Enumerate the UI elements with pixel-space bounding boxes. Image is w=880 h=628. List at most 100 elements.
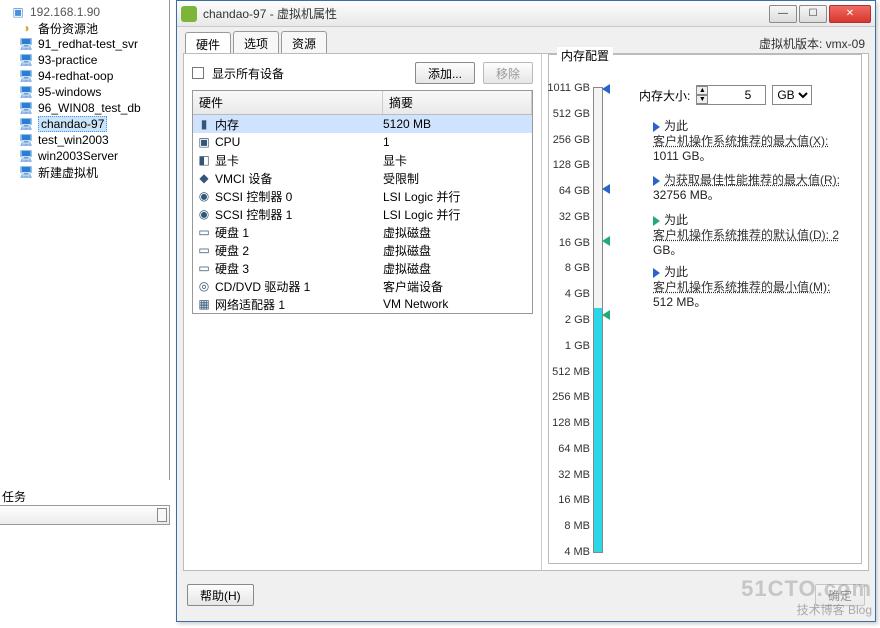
tree-newvm[interactable]: 🖥 新建虚拟机 — [0, 164, 169, 180]
disk-icon: ▭ — [195, 225, 213, 239]
maximize-button[interactable]: ☐ — [799, 5, 827, 23]
tree-vm-label: 96_WIN08_test_db — [38, 101, 141, 115]
note-max-perf: 为获取最佳性能推荐的最大值(R): 32756 MB。 — [653, 173, 840, 203]
hw-row[interactable]: ◆VMCI 设备受限制 — [193, 169, 532, 187]
host-icon: ▣ — [10, 5, 26, 19]
ruler-tick: 16 MB — [542, 494, 594, 506]
ruler-tick: 256 MB — [542, 391, 594, 403]
ruler-tick: 4 MB — [542, 546, 594, 558]
titlebar[interactable]: chandao-97 - 虚拟机属性 — ☐ ✕ — [177, 1, 875, 27]
ruler-tick: 32 MB — [542, 469, 594, 481]
vmci-icon: ◆ — [195, 171, 213, 185]
hw-row[interactable]: ▦网络适配器 1VM Network — [193, 295, 532, 313]
show-all-checkbox[interactable] — [192, 67, 204, 79]
hw-name: CD/DVD 驱动器 1 — [213, 278, 383, 295]
col-hardware[interactable]: 硬件 — [193, 91, 383, 114]
hw-row[interactable]: ▮内存5120 MB — [193, 115, 532, 133]
spin-down[interactable]: ▼ — [696, 95, 708, 104]
vm-icon: 🖥 — [18, 69, 34, 83]
note-link[interactable]: 为获取最佳性能推荐的最大值(R): — [664, 173, 840, 187]
memory-fill — [594, 308, 602, 552]
marker-min[interactable] — [602, 236, 610, 246]
ruler-tick: 2 GB — [542, 314, 594, 326]
show-all-label: 显示所有设备 — [212, 65, 284, 82]
hw-summary: 客户端设备 — [383, 278, 530, 295]
ruler-tick: 1011 GB — [542, 82, 594, 94]
hw-row[interactable]: ▭硬盘 3虚拟磁盘 — [193, 259, 532, 277]
tree-pool-label: 备份资源池 — [38, 20, 98, 37]
hw-summary: LSI Logic 并行 — [383, 206, 530, 223]
ruler-tick: 128 MB — [542, 417, 594, 429]
tree-vm[interactable]: 🖥95-windows — [0, 84, 169, 100]
marker-max-perf[interactable] — [602, 184, 610, 194]
pool-icon: ◑ — [18, 21, 34, 35]
memory-panel: 内存配置 内存大小: ▲▼ GB 1011 GB 512 GB 256 GB 1… — [542, 54, 868, 570]
tree-vm[interactable]: 🖥96_WIN08_test_db — [0, 100, 169, 116]
ruler-tick: 64 MB — [542, 443, 594, 455]
ok-button[interactable]: 确定 — [815, 584, 865, 606]
add-button[interactable]: 添加... — [415, 62, 475, 84]
hw-summary: VM Network — [383, 297, 530, 311]
marker-max-os[interactable] — [602, 84, 610, 94]
hw-name: VMCI 设备 — [213, 170, 383, 187]
triangle-icon — [653, 268, 660, 278]
hw-name: 网络适配器 1 — [213, 296, 383, 313]
hw-row[interactable]: ◉SCSI 控制器 0LSI Logic 并行 — [193, 187, 532, 205]
cd-icon: ◎ — [195, 279, 213, 293]
tree-vm[interactable]: 🖥test_win2003 — [0, 132, 169, 148]
tree-vm-label: win2003Server — [38, 149, 118, 163]
col-summary[interactable]: 摘要 — [383, 91, 532, 114]
hw-row[interactable]: ▭硬盘 1虚拟磁盘 — [193, 223, 532, 241]
scsi-icon: ◉ — [195, 207, 213, 221]
ruler-tick: 8 MB — [542, 520, 594, 532]
ruler-tick: 64 GB — [542, 185, 594, 197]
tree-vm[interactable]: 🖥94-redhat-oop — [0, 68, 169, 84]
hw-summary: 显卡 — [383, 152, 530, 169]
help-button[interactable]: 帮助(H) — [187, 584, 254, 606]
tree-vm[interactable]: 🖥 win2003Server — [0, 148, 169, 164]
ruler-tick: 512 MB — [542, 366, 594, 378]
tree-pool[interactable]: ◑ 备份资源池 — [0, 20, 169, 36]
net-icon: ▦ — [195, 297, 213, 311]
ruler-tick: 128 GB — [542, 159, 594, 171]
memory-size-row: 内存大小: ▲▼ GB — [639, 85, 812, 105]
hw-row[interactable]: ▭硬盘 2虚拟磁盘 — [193, 241, 532, 259]
vm-icon: 🖥 — [18, 165, 34, 179]
note-link[interactable]: 客户机操作系统推荐的默认值(D): 2 — [653, 228, 839, 242]
vm-icon: 🖥 — [18, 85, 34, 99]
tasks-bar[interactable] — [0, 505, 170, 525]
tree-vm[interactable]: 🖥91_redhat-test_svr — [0, 36, 169, 52]
memory-unit-select[interactable]: GB — [772, 85, 812, 105]
note-link[interactable]: 客户机操作系统推荐的最小值(M): — [653, 280, 830, 294]
memory-ruler[interactable]: 1011 GB 512 GB 256 GB 128 GB 64 GB 32 GB… — [593, 87, 603, 553]
tab-options[interactable]: 选项 — [233, 31, 279, 55]
hw-row[interactable]: ◎CD/DVD 驱动器 1客户端设备 — [193, 277, 532, 295]
triangle-icon — [653, 122, 660, 132]
cpu-icon: ▣ — [195, 135, 213, 149]
tree-host[interactable]: ▣ 192.168.1.90 — [0, 4, 169, 20]
tree-vm[interactable]: 🖥93-practice — [0, 52, 169, 68]
ruler-tick: 256 GB — [542, 134, 594, 146]
tree-vm[interactable]: 🖥chandao-97 — [0, 116, 169, 132]
note-min: 为此 客户机操作系统推荐的最小值(M): 512 MB。 — [653, 265, 830, 310]
hw-summary: LSI Logic 并行 — [383, 188, 530, 205]
spin-up[interactable]: ▲ — [696, 86, 708, 95]
scsi-icon: ◉ — [195, 189, 213, 203]
ruler-tick: 8 GB — [542, 262, 594, 274]
hw-row[interactable]: ▣CPU1 — [193, 133, 532, 151]
note-max-os: 为此 客户机操作系统推荐的最大值(X): 1011 GB。 — [653, 119, 828, 164]
close-button[interactable]: ✕ — [829, 5, 871, 23]
hw-row[interactable]: ◉SCSI 控制器 1LSI Logic 并行 — [193, 205, 532, 223]
note-link[interactable]: 客户机操作系统推荐的最大值(X): — [653, 134, 828, 148]
triangle-icon — [653, 216, 660, 226]
hw-name: 硬盘 2 — [213, 242, 383, 259]
minimize-button[interactable]: — — [769, 5, 797, 23]
grip-icon[interactable] — [157, 508, 167, 522]
hw-row[interactable]: ◧显卡显卡 — [193, 151, 532, 169]
vm-icon: 🖥 — [18, 149, 34, 163]
marker-default[interactable] — [602, 310, 610, 320]
tasks-heading: 任务 — [2, 488, 26, 505]
hw-summary: 虚拟磁盘 — [383, 224, 530, 241]
vm-properties-dialog: chandao-97 - 虚拟机属性 — ☐ ✕ 虚拟机版本: vmx-09 硬… — [176, 0, 876, 622]
tab-resources[interactable]: 资源 — [281, 31, 327, 55]
